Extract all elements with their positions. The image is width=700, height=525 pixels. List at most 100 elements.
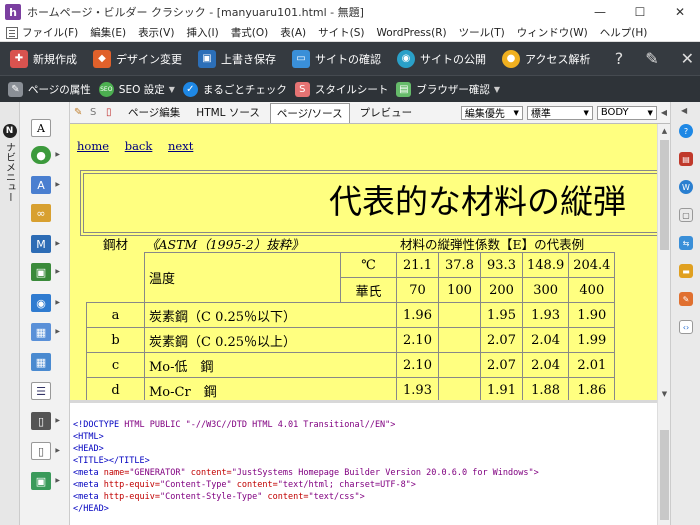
image-tool[interactable]: ● ▶ — [30, 145, 60, 165]
source-scrollbar[interactable] — [657, 400, 670, 525]
pencil-icon[interactable]: ✎ — [74, 107, 86, 119]
menu-insert[interactable]: 挿入(I) — [186, 25, 218, 40]
table-cell: 93.3 — [480, 252, 523, 278]
table-cell — [438, 327, 481, 353]
seo-settings-button[interactable]: SEO SEO 設定 ▼ — [98, 81, 175, 97]
expand-left-icon[interactable]: ◀ — [681, 106, 687, 115]
menu-edit[interactable]: 編集(E) — [90, 25, 126, 40]
table-cell: 204.4 — [568, 252, 616, 278]
chevron-down-icon: ▼ — [168, 84, 175, 94]
chevron-down-icon: ▼ — [583, 108, 589, 117]
layout-tool[interactable]: ▦ ▶ — [30, 322, 60, 342]
wordpress-icon[interactable]: W — [679, 180, 693, 194]
menu-table[interactable]: 表(A) — [280, 25, 306, 40]
site-check-button[interactable]: ▭ サイトの確認 — [292, 49, 381, 68]
next-link[interactable]: next — [168, 139, 193, 153]
source-line: <meta name="GENERATOR" content="JustSyst… — [73, 468, 539, 478]
navi-menu-strip[interactable]: N ナビメニュー — [0, 102, 20, 525]
page-icon[interactable]: ▯ — [106, 107, 118, 119]
scrollbar-thumb[interactable] — [660, 140, 669, 250]
stylesheet-button[interactable]: S スタイルシート — [294, 81, 388, 97]
document-icon: ▯ — [31, 442, 51, 460]
copy-icon[interactable]: ▢ — [679, 208, 693, 222]
table-caption: 鋼材 《ASTM（1995-2）抜粋》 材料の縦弾性係数【E】の代表例 — [70, 230, 657, 252]
row-key: b — [86, 327, 145, 353]
tab-preview[interactable]: プレビュー — [354, 103, 419, 122]
tab-page-edit[interactable]: ページ編集 — [122, 103, 186, 122]
library-icon[interactable]: ▤ — [679, 152, 693, 166]
maximize-button[interactable]: ☐ — [620, 0, 660, 24]
back-link[interactable]: back — [125, 139, 153, 153]
list-tool[interactable]: ☰ — [30, 381, 52, 401]
table-cell: 2.01 — [568, 352, 616, 378]
table-cell: 2.10 — [396, 352, 439, 378]
tag-select[interactable]: BODY ▼ — [596, 105, 657, 120]
form-tool[interactable]: ▯ ▶ — [30, 411, 60, 431]
menu-wordpress[interactable]: WordPress(R) — [376, 27, 446, 39]
table-cell: 2.10 — [396, 327, 439, 353]
overwrite-save-button[interactable]: ▣ 上書き保存 — [198, 49, 276, 68]
table-cell: 100 — [438, 277, 481, 303]
html-source-editor[interactable]: <!DOCTYPE HTML PUBLIC "-//W3C//DTD HTML … — [70, 400, 657, 525]
pin-icon[interactable]: ✎ — [645, 49, 658, 68]
edit-mode-select[interactable]: 編集優先 ▼ — [460, 105, 523, 120]
code-icon[interactable]: ‹› — [679, 320, 693, 334]
link-icon: ∞ — [31, 204, 51, 222]
menu-file[interactable]: ファイル(F) — [22, 25, 78, 40]
menu-format[interactable]: 書式(O) — [231, 25, 268, 40]
new-button[interactable]: ✚ 新規作成 — [10, 49, 77, 68]
menu-site[interactable]: サイト(S) — [318, 25, 364, 40]
full-check-button[interactable]: ✓ まるごとチェック — [182, 81, 287, 97]
design-change-button[interactable]: ◆ デザイン変更 — [93, 49, 182, 68]
preview-scrollbar[interactable]: ▲ ▼ — [657, 124, 670, 400]
tab-page-source[interactable]: ページ/ソース — [269, 102, 350, 123]
menu-window[interactable]: ウィンドウ(W) — [517, 25, 588, 40]
movie-tool[interactable]: M ▶ — [30, 234, 60, 254]
network-icon[interactable]: ⇆ — [679, 236, 693, 250]
logo-tool[interactable]: A ▶ — [30, 175, 60, 195]
page-preview[interactable]: home back next 代表的な材料の縦弾 鋼材 《ASTM（1995-2… — [70, 124, 657, 400]
browser-check-button[interactable]: ▤ ブラウザー確認 ▼ — [396, 81, 500, 97]
monitor-icon: ▭ — [292, 49, 310, 68]
main-toolbar: ✚ 新規作成 ◆ デザイン変更 ▣ 上書き保存 ▭ サイトの確認 ◉ サイトの公… — [0, 42, 700, 75]
home-link[interactable]: home — [77, 139, 109, 153]
parts-tool[interactable]: ▣ ▶ — [30, 471, 60, 491]
table-cell: 1.88 — [521, 377, 570, 400]
navi-menu-label: ナビメニュー — [3, 142, 15, 202]
help-icon[interactable]: ? — [615, 49, 624, 68]
camera-tool[interactable]: ◉ ▶ — [30, 293, 60, 313]
globe-icon: ◉ — [397, 49, 415, 68]
site-publish-button[interactable]: ◉ サイトの公開 — [397, 49, 486, 68]
menu-help[interactable]: ヘルプ(H) — [600, 25, 648, 40]
document-menu-icon[interactable] — [6, 26, 18, 39]
minimize-button[interactable]: — — [580, 0, 620, 24]
table-tool[interactable]: ▦ — [30, 352, 52, 372]
text-tool[interactable]: A — [30, 118, 52, 138]
menu-tools[interactable]: ツール(T) — [459, 25, 505, 40]
scrollbar-thumb[interactable] — [660, 430, 669, 520]
page-properties-button[interactable]: ✎ ページの属性 — [8, 81, 91, 97]
photo-tool[interactable]: ▣ ▶ — [30, 262, 60, 282]
link-tool[interactable]: ∞ — [30, 203, 52, 223]
tab-html-source[interactable]: HTML ソース — [190, 103, 266, 122]
row-material: 炭素鋼（C 0.25％以上） — [144, 327, 397, 353]
browser-icon: ▤ — [396, 81, 412, 97]
style-select[interactable]: 標準 ▼ — [526, 105, 593, 120]
help-icon[interactable]: ? — [679, 124, 693, 138]
nav-links: home back next — [77, 139, 205, 153]
edit-icon[interactable]: ✎ — [679, 292, 693, 306]
access-analysis-button[interactable]: ● アクセス解析 — [502, 49, 590, 68]
menu-bar: ファイル(F) 編集(E) 表示(V) 挿入(I) 書式(O) 表(A) サイト… — [0, 24, 700, 42]
close-button[interactable]: ✕ — [660, 0, 700, 24]
table-cell: 1.99 — [568, 327, 616, 353]
page-tool[interactable]: ▯ ▶ — [30, 441, 60, 461]
row-material: 炭素鋼（C 0.25％以下） — [144, 302, 397, 328]
row-material: Mo-低 鋼 — [144, 352, 397, 378]
folder-icon[interactable]: ▬ — [679, 264, 693, 278]
style-icon[interactable]: S — [90, 107, 102, 119]
table-cell: 2.07 — [480, 327, 523, 353]
scroll-left-icon[interactable]: ◀ — [661, 108, 667, 117]
close-icon[interactable]: ✕ — [681, 49, 694, 68]
celsius-label: ℃ — [340, 252, 397, 278]
menu-view[interactable]: 表示(V) — [138, 25, 174, 40]
